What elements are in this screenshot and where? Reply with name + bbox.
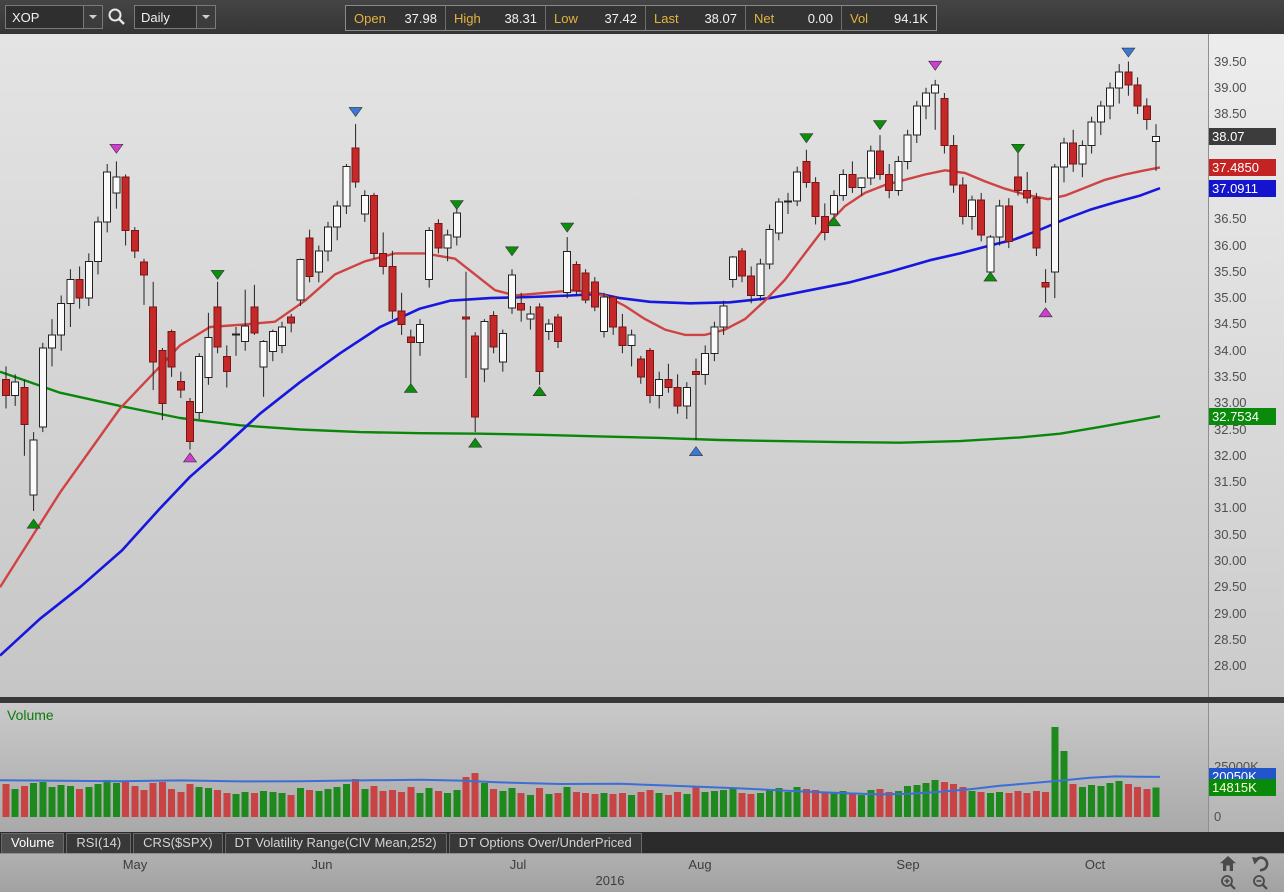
price-tracking-label: 32.7534 — [1209, 407, 1276, 425]
chevron-down-icon[interactable] — [196, 6, 215, 28]
tab-volume[interactable]: Volume — [1, 833, 65, 853]
quote-value: 38.31 — [504, 10, 537, 26]
year-label: 2016 — [595, 873, 625, 888]
symbol-combo[interactable]: XOP — [5, 5, 103, 29]
quote-value: 0.00 — [807, 10, 833, 26]
price-tick: 30.50 — [1214, 526, 1247, 542]
symbol-value: XOP — [12, 9, 40, 25]
price-tick: 30.00 — [1214, 552, 1247, 568]
tab-dt-options-over-underpriced[interactable]: DT Options Over/UnderPriced — [448, 833, 642, 853]
indicator-tab-strip: Volume RSI(14) CRS($SPX) DT Volatility Rang… — [0, 832, 1284, 853]
price-tick: 36.00 — [1214, 237, 1247, 253]
price-tick: 34.50 — [1214, 316, 1247, 332]
quote-label: Vol — [850, 10, 869, 26]
price-tick: 38.50 — [1214, 106, 1247, 122]
price-tracking-label: 37.4850 — [1209, 158, 1276, 176]
quote-field-last: Last 38.07 — [646, 6, 746, 30]
price-tick: 32.00 — [1214, 447, 1247, 463]
price-tick: 34.00 — [1214, 342, 1247, 358]
timeframe-combo[interactable]: Daily — [134, 5, 216, 29]
quote-field-vol: Vol 94.1K — [842, 6, 936, 30]
quote-value: 94.1K — [894, 10, 928, 26]
volume-tick: 0 — [1214, 809, 1222, 824]
month-label-jul: Jul — [509, 857, 527, 872]
price-axis[interactable]: 39.5039.0038.5038.0037.5037.0036.5036.00… — [1208, 34, 1284, 697]
tab-crs-spx-[interactable]: CRS($SPX) — [133, 833, 223, 853]
price-tracking-label: 37.0911 — [1209, 179, 1276, 197]
price-tick: 35.00 — [1214, 290, 1247, 306]
month-label-aug: Aug — [688, 857, 712, 872]
trading-app-window: XOP Daily Open 37.98 High 38.31 Low 37.42 Last… — [0, 0, 1284, 892]
search-button[interactable] — [106, 6, 128, 28]
chevron-down-icon[interactable] — [83, 6, 102, 28]
price-tick: 39.50 — [1214, 53, 1247, 69]
volume-last-label: 14815K — [1209, 778, 1276, 796]
volume-chart-canvas[interactable] — [0, 703, 1208, 832]
quote-label: Open — [354, 10, 386, 26]
volume-axis[interactable]: 25000K 0 20050K 14815K — [1208, 703, 1284, 832]
price-tick: 28.00 — [1214, 658, 1247, 674]
quote-label: High — [454, 10, 481, 26]
price-tick: 31.00 — [1214, 500, 1247, 516]
home-button[interactable] — [1219, 855, 1237, 873]
zoom-in-icon — [1221, 875, 1236, 890]
price-chart[interactable] — [0, 34, 1208, 697]
tab-dt-volatility-range-civ-mean-252-[interactable]: DT Volatility Range(CIV Mean,252) — [224, 833, 447, 853]
volume-pane[interactable]: Volume — [0, 703, 1208, 832]
month-label-oct: Oct — [1084, 857, 1106, 872]
quote-field-net: Net 0.00 — [746, 6, 842, 30]
quote-label: Net — [754, 10, 775, 26]
quote-value: 37.42 — [604, 10, 637, 26]
quote-field-low: Low 37.42 — [546, 6, 646, 30]
price-tick: 33.50 — [1214, 368, 1247, 384]
quote-field-high: High 38.31 — [446, 6, 546, 30]
price-tick: 35.50 — [1214, 263, 1247, 279]
price-tick: 36.50 — [1214, 211, 1247, 227]
top-toolbar: XOP Daily Open 37.98 High 38.31 Low 37.42 Last… — [0, 0, 1284, 35]
price-tick: 39.00 — [1214, 79, 1247, 95]
month-label-jun: Jun — [311, 857, 333, 872]
quote-label: Low — [554, 10, 578, 26]
quote-bar: Open 37.98 High 38.31 Low 37.42 Last 38.07 Net 0.… — [345, 5, 937, 31]
month-label-may: May — [122, 857, 148, 872]
price-tracking-label: 38.07 — [1209, 128, 1276, 146]
month-label-sep: Sep — [896, 857, 920, 872]
price-tick: 29.00 — [1214, 605, 1247, 621]
undo-button[interactable] — [1251, 855, 1269, 873]
quote-value: 38.07 — [704, 10, 737, 26]
quote-label: Last — [654, 10, 679, 26]
price-tick: 29.50 — [1214, 579, 1247, 595]
candlestick-chart-canvas[interactable] — [0, 34, 1208, 697]
zoom-in-button[interactable] — [1219, 873, 1237, 891]
timeframe-value: Daily — [141, 9, 170, 25]
zoom-out-icon — [1253, 875, 1268, 890]
zoom-out-button[interactable] — [1251, 873, 1269, 891]
quote-field-open: Open 37.98 — [346, 6, 446, 30]
volume-pane-title: Volume — [7, 707, 54, 723]
price-tick: 28.50 — [1214, 631, 1247, 647]
home-icon — [1220, 856, 1236, 871]
undo-icon — [1252, 856, 1269, 872]
date-axis[interactable]: 2016 May Jun Jul Aug Sep Oct — [0, 853, 1284, 892]
price-tick: 31.50 — [1214, 474, 1247, 490]
tab-rsi-14-[interactable]: RSI(14) — [66, 833, 132, 853]
quote-value: 37.98 — [404, 10, 437, 26]
search-icon — [108, 8, 125, 25]
